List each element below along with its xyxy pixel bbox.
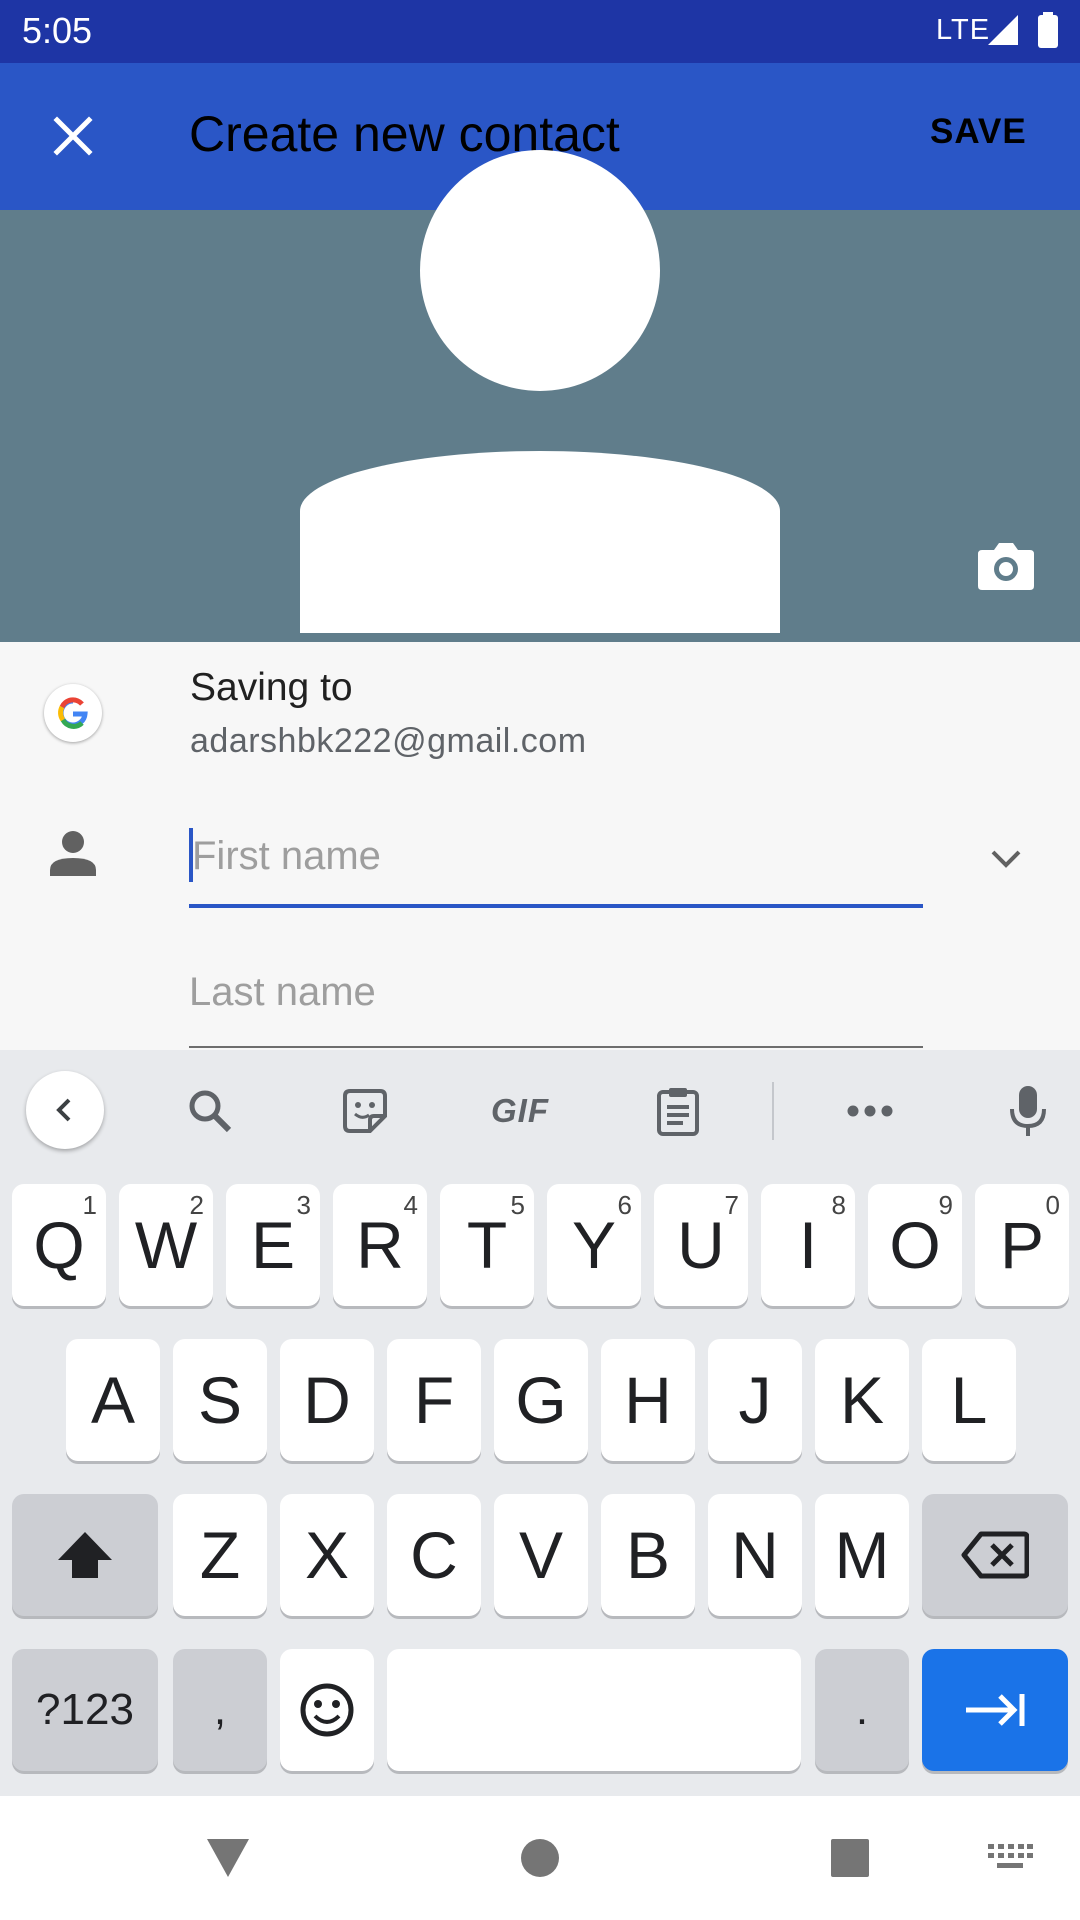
last-name-underline (189, 1046, 923, 1048)
mic-icon (1010, 1086, 1046, 1136)
back-triangle-icon (207, 1839, 249, 1877)
backspace-key[interactable] (922, 1494, 1068, 1616)
key-h[interactable]: H (601, 1339, 695, 1461)
close-button[interactable] (30, 90, 116, 182)
key-n[interactable]: N (708, 1494, 802, 1616)
key-j[interactable]: J (708, 1339, 802, 1461)
search-icon (189, 1090, 232, 1133)
symbols-key[interactable]: ?123 (12, 1649, 158, 1771)
shift-icon (58, 1532, 112, 1578)
key-m[interactable]: M (815, 1494, 909, 1616)
battery-icon (1038, 12, 1058, 48)
keyboard-icon (988, 1844, 1033, 1868)
expand-name-button[interactable] (985, 838, 1027, 880)
account-email[interactable]: adarshbk222@gmail.com (190, 722, 587, 761)
clipboard-icon (657, 1088, 699, 1136)
key-v[interactable]: V (494, 1494, 588, 1616)
key-s[interactable]: S (173, 1339, 267, 1461)
person-icon (50, 831, 96, 876)
nav-recents-button[interactable] (818, 1820, 882, 1896)
first-name-underline (189, 904, 923, 908)
comma-key[interactable]: , (173, 1649, 267, 1771)
last-name-placeholder: Last name (189, 970, 376, 1014)
key-l[interactable]: L (922, 1339, 1016, 1461)
more-horiz-icon (847, 1105, 893, 1117)
key-k[interactable]: K (815, 1339, 909, 1461)
keyboard-clipboard-button[interactable] (648, 1081, 708, 1141)
keyboard-search-button[interactable] (180, 1081, 240, 1141)
saving-to-label: Saving to (190, 666, 353, 709)
sticker-icon (343, 1089, 387, 1133)
key-x[interactable]: X (280, 1494, 374, 1616)
network-type-label: LTE (936, 14, 991, 46)
emoji-icon (300, 1683, 354, 1737)
key-q[interactable]: 1Q (12, 1184, 106, 1306)
keyboard-back-button[interactable] (26, 1071, 104, 1149)
key-p[interactable]: 0P (975, 1184, 1069, 1306)
key-u[interactable]: 7U (654, 1184, 748, 1306)
first-name-placeholder: First name (192, 834, 381, 878)
key-z[interactable]: Z (173, 1494, 267, 1616)
keyboard-sticker-button[interactable] (335, 1081, 395, 1141)
keyboard-mic-button[interactable] (998, 1081, 1058, 1141)
keyboard-gif-button[interactable]: GIF (470, 1081, 570, 1141)
key-d[interactable]: D (280, 1339, 374, 1461)
avatar-body (300, 451, 780, 633)
key-r[interactable]: 4R (333, 1184, 427, 1306)
key-g[interactable]: G (494, 1339, 588, 1461)
key-o[interactable]: 9O (868, 1184, 962, 1306)
key-b[interactable]: B (601, 1494, 695, 1616)
status-time: 5:05 (22, 10, 93, 51)
close-icon (53, 116, 93, 156)
period-key[interactable]: . (815, 1649, 909, 1771)
chevron-left-icon (56, 1098, 71, 1122)
nav-back-button[interactable] (196, 1820, 260, 1896)
recents-square-icon (831, 1839, 869, 1877)
tab-next-icon (966, 1694, 1025, 1726)
key-t[interactable]: 5T (440, 1184, 534, 1306)
key-i[interactable]: 8I (761, 1184, 855, 1306)
status-bar (0, 0, 1080, 63)
camera-button[interactable] (976, 540, 1036, 592)
key-w[interactable]: 2W (119, 1184, 213, 1306)
key-e[interactable]: 3E (226, 1184, 320, 1306)
keyboard-switch-button[interactable] (980, 1838, 1040, 1878)
nav-home-button[interactable] (508, 1820, 572, 1896)
camera-icon (978, 543, 1034, 590)
chevron-down-icon (991, 850, 1021, 868)
last-name-field[interactable]: Last name (189, 970, 923, 1048)
first-name-field[interactable]: First name (189, 820, 923, 908)
key-y[interactable]: 6Y (547, 1184, 641, 1306)
save-button[interactable]: SAVE (930, 112, 1027, 152)
signal-icon (988, 15, 1018, 45)
google-logo (44, 684, 102, 742)
shift-key[interactable] (12, 1494, 158, 1616)
emoji-key[interactable] (280, 1649, 374, 1771)
avatar-head (420, 150, 660, 391)
space-key[interactable] (387, 1649, 801, 1771)
key-f[interactable]: F (387, 1339, 481, 1461)
key-a[interactable]: A (66, 1339, 160, 1461)
toolbar-divider (772, 1082, 774, 1140)
backspace-icon (961, 1531, 1029, 1579)
keyboard-more-button[interactable] (840, 1081, 900, 1141)
home-circle-icon (521, 1839, 559, 1877)
gif-label: GIF (491, 1092, 549, 1129)
next-field-key[interactable] (922, 1649, 1068, 1771)
key-c[interactable]: C (387, 1494, 481, 1616)
